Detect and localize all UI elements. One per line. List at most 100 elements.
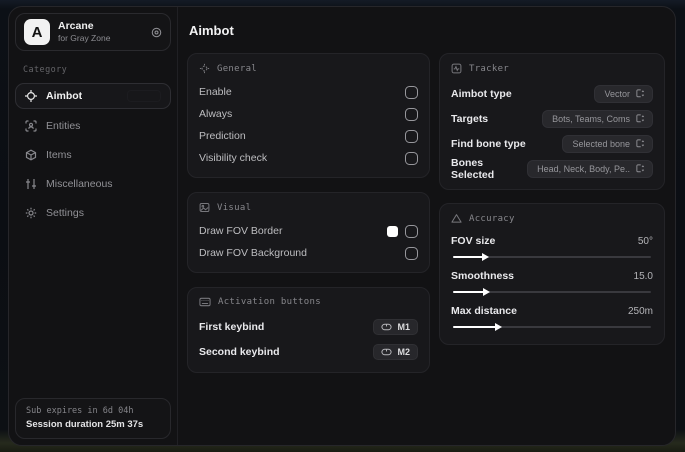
visual-card: Visual Draw FOV Border Draw FOV Backgrou… — [187, 192, 430, 273]
setting-label: Draw FOV Background — [199, 247, 307, 259]
always-checkbox[interactable] — [405, 107, 418, 121]
setting-row-always: Always — [199, 103, 418, 125]
app-names: Arcane for Gray Zone — [58, 20, 143, 44]
card-title: General — [217, 63, 258, 74]
targets-select[interactable]: Bots, Teams, Coms — [542, 109, 653, 128]
sidebar-item-label: Settings — [46, 207, 84, 219]
find-bone-type-select[interactable]: Selected bone — [562, 134, 653, 153]
chevrons-up-down-icon — [636, 88, 645, 99]
app-logo: A — [24, 19, 50, 45]
fov-border-color-swatch[interactable] — [387, 225, 398, 237]
setting-label: Enable — [199, 86, 232, 98]
setting-row-aimbot-type: Aimbot type Vector — [451, 81, 653, 106]
setting-label: Always — [199, 108, 233, 120]
accuracy-card: Accuracy FOV size 50° Smoothness 15.0 Ma… — [439, 203, 665, 345]
bones-selected-select[interactable]: Head, Neck, Body, Pe.. — [527, 159, 653, 178]
slider-block-fov-size: FOV size 50° — [451, 231, 653, 262]
left-column: General Enable Always Prediction Visibil… — [187, 53, 430, 387]
draw-fov-border-checkbox[interactable] — [405, 224, 418, 238]
fov-size-slider[interactable] — [453, 252, 651, 262]
sub-expires-text: Sub expires in 6d 04h — [26, 406, 134, 416]
sidebar-item-settings[interactable]: Settings — [15, 201, 171, 225]
slider-fill — [453, 256, 483, 258]
sidebar-item-label: Entities — [46, 120, 81, 132]
sidebar-item-entities[interactable]: Entities — [15, 114, 171, 138]
sliders-icon — [25, 178, 37, 190]
app-window: A Arcane for Gray Zone Category Aimbot E… — [8, 6, 676, 446]
triangle-icon — [451, 213, 462, 224]
subscription-card: Sub expires in 6d 04h Session duration 2… — [15, 398, 171, 439]
setting-row-enable: Enable — [199, 81, 418, 103]
slider-value: 250m — [627, 305, 653, 317]
box-icon — [25, 149, 37, 161]
setting-label: Targets — [451, 112, 489, 125]
app-title: Arcane — [58, 20, 94, 33]
chevrons-up-down-icon — [636, 138, 645, 149]
card-title: Accuracy — [469, 213, 515, 224]
header-settings-icon[interactable] — [151, 27, 162, 38]
gear-icon — [25, 207, 37, 219]
slider-block-smoothness: Smoothness 15.0 — [451, 266, 653, 297]
setting-row-draw-fov-border: Draw FOV Border — [199, 220, 418, 242]
keybind-value: M2 — [397, 346, 410, 357]
sidebar-item-label: Miscellaneous — [46, 178, 113, 190]
setting-row-draw-fov-background: Draw FOV Background — [199, 242, 418, 264]
slider-value: 50° — [637, 235, 653, 247]
slider-block-max-distance: Max distance 250m — [451, 301, 653, 332]
setting-label: First keybind — [199, 320, 265, 333]
slider-thumb[interactable] — [482, 287, 490, 296]
visibility-check-checkbox[interactable] — [405, 151, 418, 165]
card-title: Activation buttons — [218, 297, 321, 307]
sidebar-item-aimbot[interactable]: Aimbot — [15, 83, 171, 109]
select-value: Vector — [604, 88, 630, 99]
setting-label: Second keybind — [199, 345, 280, 358]
activation-buttons-card: Activation buttons First keybind M1 Seco… — [187, 287, 430, 373]
sidebar-item-miscellaneous[interactable]: Miscellaneous — [15, 172, 171, 196]
focus-crosshair-icon — [199, 63, 210, 74]
session-duration-text: Session duration 25m 37s — [26, 419, 144, 430]
setting-label: Aimbot type — [451, 87, 512, 100]
draw-fov-background-checkbox[interactable] — [405, 246, 418, 260]
setting-label: Find bone type — [451, 137, 526, 150]
crosshair-icon — [25, 90, 37, 102]
activity-icon — [451, 63, 462, 74]
sidebar: A Arcane for Gray Zone Category Aimbot E… — [9, 7, 178, 445]
first-keybind-button[interactable]: M1 — [373, 318, 418, 335]
setting-row-find-bone-type: Find bone type Selected bone — [451, 131, 653, 156]
mouse-icon — [381, 323, 393, 331]
setting-label: Bones Selected — [451, 156, 495, 181]
person-scan-icon — [25, 120, 37, 132]
select-value: Selected bone — [572, 138, 630, 149]
max-distance-slider[interactable] — [453, 322, 651, 332]
setting-label: Prediction — [199, 130, 246, 142]
tracker-card: Tracker Aimbot type Vector Targets Bots,… — [439, 53, 665, 190]
setting-row-targets: Targets Bots, Teams, Coms — [451, 106, 653, 131]
category-label: Category — [23, 65, 68, 75]
app-subtitle: for Gray Zone — [58, 33, 111, 44]
enable-checkbox[interactable] — [405, 85, 418, 99]
slider-thumb[interactable] — [481, 252, 489, 261]
smoothness-slider[interactable] — [453, 287, 651, 297]
setting-label: Max distance — [451, 305, 517, 317]
slider-fill — [453, 326, 496, 328]
second-keybind-button[interactable]: M2 — [373, 343, 418, 360]
slider-fill — [453, 291, 484, 293]
general-card: General Enable Always Prediction Visibil… — [187, 53, 430, 178]
setting-row-prediction: Prediction — [199, 125, 418, 147]
aimbot-type-select[interactable]: Vector — [594, 84, 653, 103]
setting-label: Smoothness — [451, 270, 515, 282]
setting-row-bones-selected: Bones Selected Head, Neck, Body, Pe.. — [451, 156, 653, 181]
slider-value: 15.0 — [633, 270, 653, 282]
setting-row-first-keybind: First keybind M1 — [199, 314, 418, 339]
slider-thumb[interactable] — [494, 322, 502, 331]
setting-row-visibility-check: Visibility check — [199, 147, 418, 169]
setting-label: Visibility check — [199, 152, 268, 164]
image-icon — [199, 202, 210, 213]
prediction-checkbox[interactable] — [405, 129, 418, 143]
sidebar-item-items[interactable]: Items — [15, 143, 171, 167]
keybind-value: M1 — [397, 321, 410, 332]
select-value: Head, Neck, Body, Pe.. — [537, 163, 630, 174]
page-title: Aimbot — [189, 23, 234, 38]
keybind-hint-ghost — [127, 90, 161, 102]
card-title: Visual — [217, 202, 252, 213]
